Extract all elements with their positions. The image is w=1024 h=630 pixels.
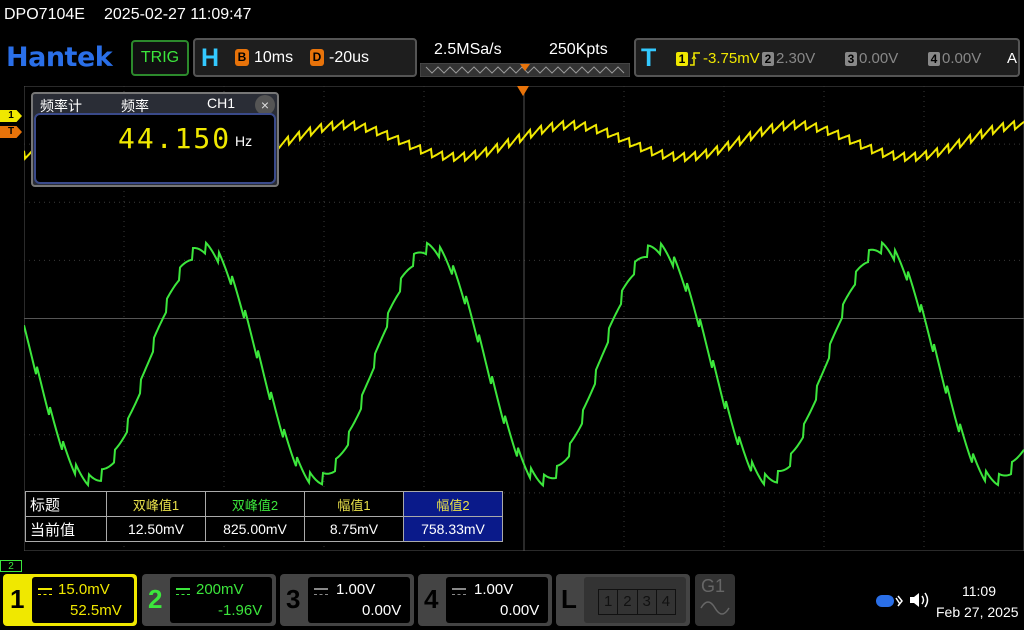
trigger-mode: A <box>1007 50 1018 67</box>
datetime: 2025-02-27 11:09:47 <box>104 6 252 23</box>
frequency-value: 44.150 <box>118 122 232 155</box>
ch3-number: 3 <box>286 584 301 614</box>
table-cell: 12.50mV <box>106 516 206 542</box>
trig-ch4-badge: 4 <box>928 52 940 66</box>
table-cell: 8.75mV <box>304 516 404 542</box>
table-cell[interactable]: 758.33mV <box>403 516 503 542</box>
row-header: 当前值 <box>25 516 107 542</box>
ch2-number: 2 <box>148 584 163 614</box>
trig-ch1-level: -3.75mV <box>703 50 760 67</box>
timebase-value[interactable]: 10ms <box>254 49 293 67</box>
column-header: 双峰值2 <box>205 491 305 517</box>
trig-ch1-badge: 1 <box>676 52 688 66</box>
trigger-level-marker[interactable]: T <box>0 126 22 138</box>
table-row: 当前值 12.50mV 825.00mV 8.75mV 758.33mV <box>25 516 503 542</box>
column-header[interactable]: 幅值2 <box>403 491 503 517</box>
frequency-unit: Hz <box>235 133 253 149</box>
dc-coupling-icon <box>38 588 52 595</box>
delay-badge: D <box>310 49 324 66</box>
ch1-marker[interactable]: 1 <box>0 110 22 122</box>
rising-edge-icon <box>690 52 700 66</box>
generator-label: G1 <box>701 576 726 596</box>
logic-box: 3 <box>638 590 657 614</box>
record-length: 250Kpts <box>549 41 608 58</box>
ch2-offset: -1.96V <box>218 602 263 619</box>
measurement-table: 标题 双峰值1 双峰值2 幅值1 幅值2 当前值 12.50mV 825.00m… <box>25 491 503 542</box>
dc-coupling-icon <box>314 588 328 595</box>
horizontal-panel[interactable] <box>193 38 417 77</box>
status-time: 11:09 <box>962 583 996 599</box>
ch2-scale: 200mV <box>196 581 244 598</box>
trig-ch2-badge: 2 <box>762 52 774 66</box>
title-bar: DPO7104E 2025-02-27 11:09:47 <box>0 0 1024 34</box>
logic-box: 2 <box>618 590 638 614</box>
ch3-offset: 0.00V <box>362 602 402 619</box>
dc-coupling-icon <box>176 588 190 595</box>
ch4-number: 4 <box>424 584 439 614</box>
battery-icon <box>876 595 903 607</box>
ch2-marker[interactable]: 2 <box>0 560 22 572</box>
freq-panel-channel: CH1 <box>207 95 236 111</box>
model-name: DPO7104E <box>4 6 85 23</box>
trigger-label: T <box>641 44 657 72</box>
column-header: 双峰值1 <box>106 491 206 517</box>
row-header: 标题 <box>25 491 107 517</box>
speaker-icon[interactable] <box>908 590 930 610</box>
ch1-offset: 52.5mV <box>70 602 122 619</box>
trig-ch3-level: 0.00V <box>859 50 899 67</box>
status-date: Feb 27, 2025 <box>936 604 1019 620</box>
ch4-offset: 0.00V <box>500 602 540 619</box>
close-icon[interactable]: × <box>255 95 275 115</box>
ch4-scale: 1.00V <box>474 581 514 598</box>
brand-logo: Hantek <box>6 42 113 73</box>
dc-coupling-icon <box>452 588 466 595</box>
delay-value[interactable]: -20us <box>329 49 369 67</box>
sine-wave-icon <box>700 601 730 615</box>
ch1-number: 1 <box>10 584 25 614</box>
horizontal-label: H <box>201 44 220 72</box>
sample-rate: 2.5MSa/s <box>434 41 502 58</box>
logic-box: 1 <box>599 590 619 614</box>
logic-label: L <box>561 584 577 614</box>
logic-box: 4 <box>661 593 671 610</box>
trig-button[interactable]: TRIG <box>131 40 189 76</box>
timebase-badge: B <box>235 49 249 66</box>
logic-group-boxes: 1 2 3 4 <box>598 589 676 615</box>
memory-position-bar[interactable] <box>420 63 630 77</box>
column-header: 幅值1 <box>304 491 404 517</box>
trig-ch4-level: 0.00V <box>942 50 982 67</box>
trig-ch3-badge: 3 <box>845 52 857 66</box>
table-row: 标题 双峰值1 双峰值2 幅值1 幅值2 <box>25 491 503 517</box>
ch3-scale: 1.00V <box>336 581 376 598</box>
trig-ch2-level: 2.30V <box>776 50 816 67</box>
ch1-scale: 15.0mV <box>58 581 110 598</box>
table-cell: 825.00mV <box>205 516 305 542</box>
